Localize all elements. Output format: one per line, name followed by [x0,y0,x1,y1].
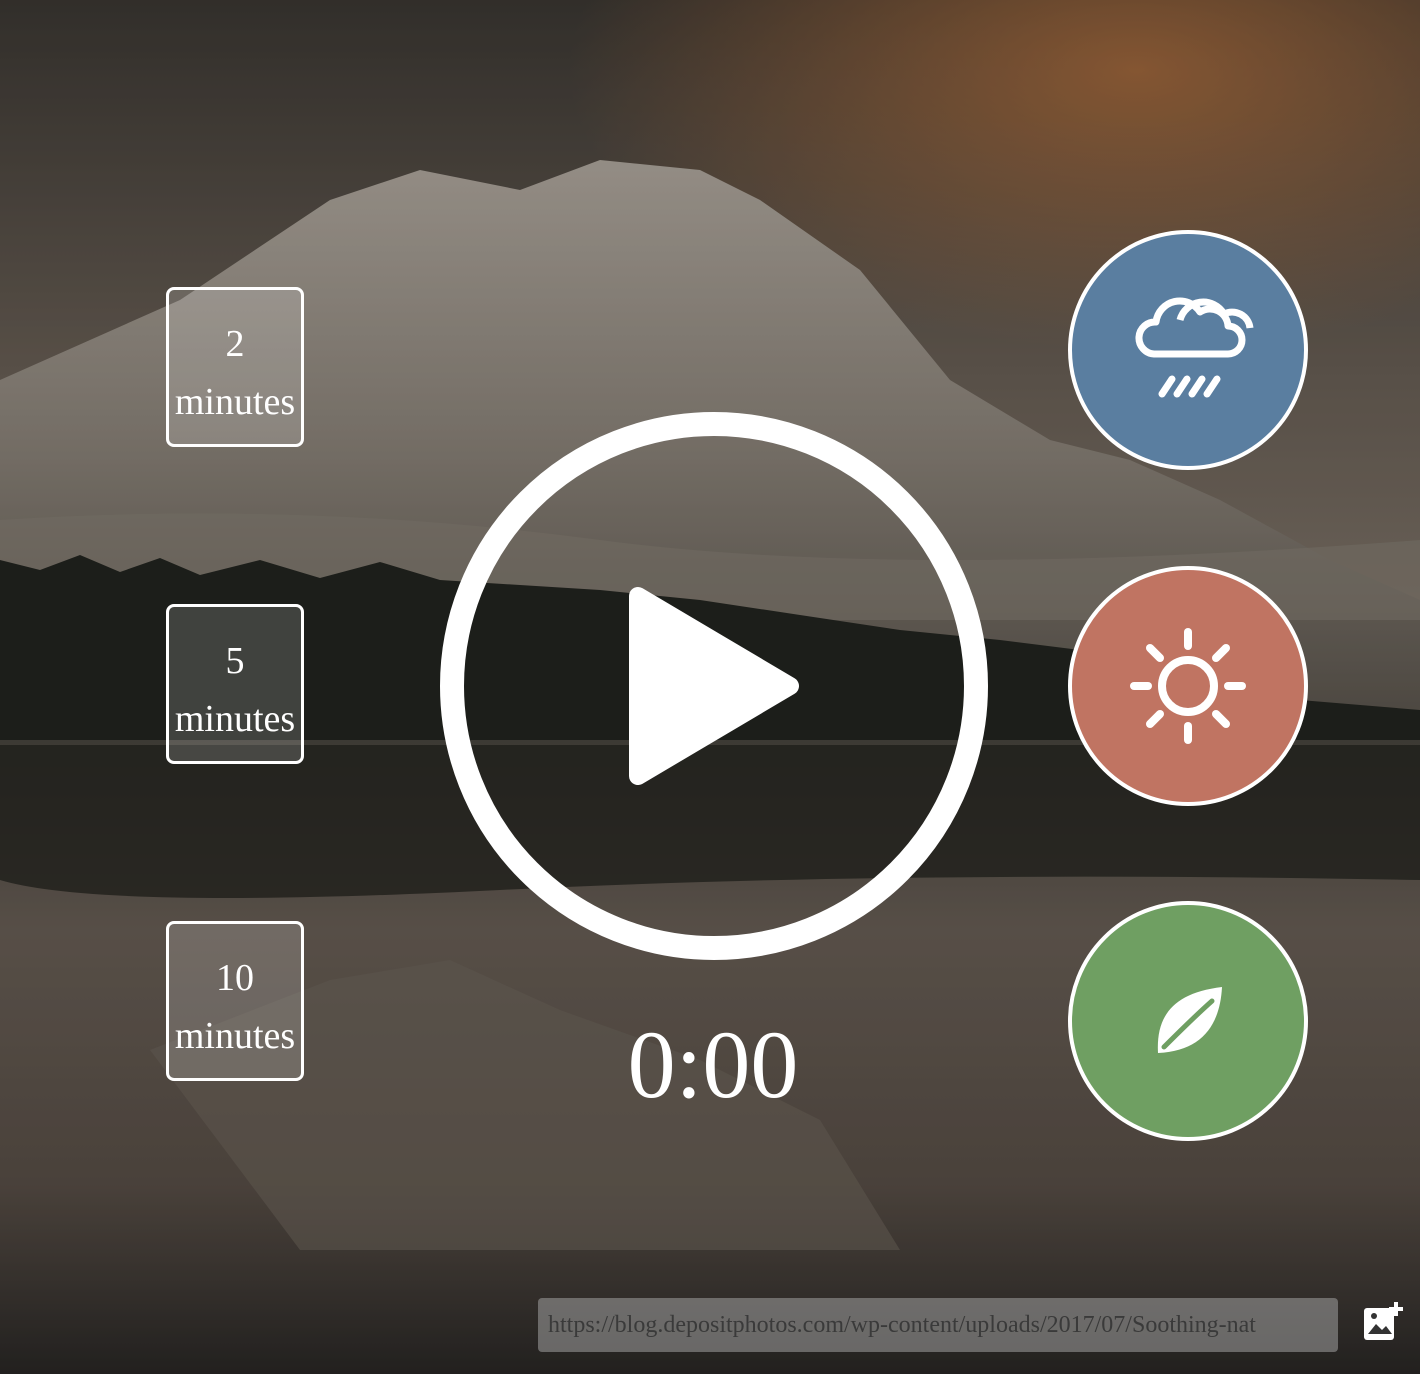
rain-sound-button[interactable] [1068,230,1308,470]
nature-sound-button[interactable] [1068,901,1308,1141]
duration-number: 5 [225,640,245,682]
duration-10-minutes-button[interactable]: 10 minutes [166,921,304,1081]
sun-icon [1130,628,1246,744]
timer-display: 0:00 [627,1011,799,1118]
play-button[interactable] [438,410,990,962]
background-url-input[interactable] [538,1298,1338,1352]
leaf-icon [1157,987,1222,1053]
duration-2-minutes-button[interactable]: 2 minutes [166,287,304,447]
rain-cloud-icon [1135,297,1254,398]
duration-unit: minutes [174,381,296,423]
duration-5-minutes-button[interactable]: 5 minutes [166,604,304,764]
duration-unit: minutes [174,1015,296,1057]
background-scene: 2 minutes 5 minutes 10 minutes 0:00 [0,0,1420,1374]
sun-sound-button[interactable] [1068,566,1308,806]
duration-unit: minutes [174,698,296,740]
duration-number: 10 [216,957,254,999]
add-image-icon [1364,1302,1403,1340]
duration-number: 2 [225,323,245,365]
play-icon [440,412,988,960]
add-image-button[interactable] [1362,1300,1404,1342]
